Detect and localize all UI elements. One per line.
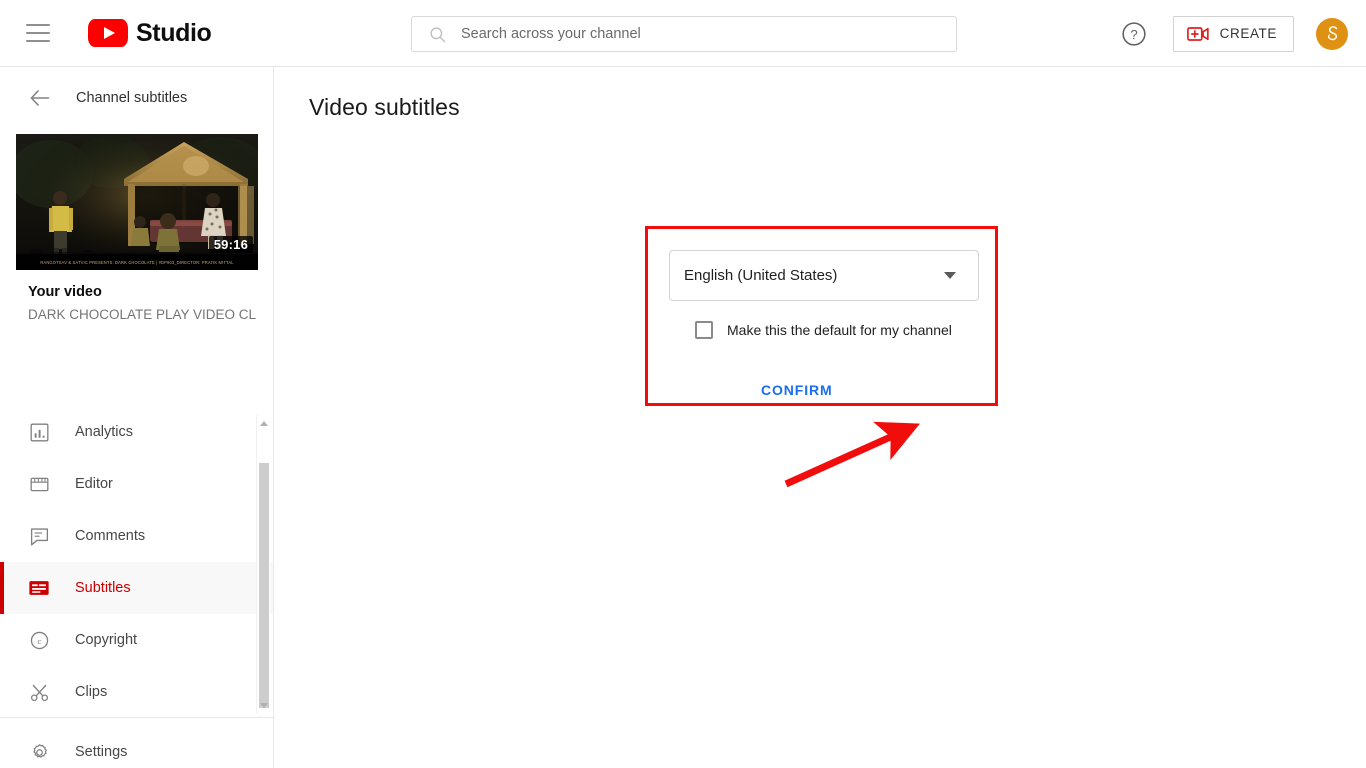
- sidebar-footer: Settings Send feedback: [0, 717, 273, 768]
- video-thumbnail[interactable]: 59:16 RANGOTSAV & SATVIC PRESENTS: DARK …: [16, 134, 258, 270]
- default-language-checkbox[interactable]: [695, 321, 713, 339]
- comments-speech-bubble-icon: [27, 524, 51, 548]
- sidebar-item-label: Subtitles: [75, 580, 131, 596]
- sidebar-item-label: Settings: [75, 744, 128, 760]
- video-meta-subtitle: DARK CHOCOLATE PLAY VIDEO CLI…: [28, 307, 257, 322]
- search-icon: [430, 26, 446, 42]
- page-title: Video subtitles: [309, 94, 460, 120]
- hamburger-line: [26, 40, 50, 42]
- sidebar-item-label: Analytics: [75, 424, 134, 440]
- sidebar-item-label: Editor: [75, 476, 113, 492]
- subtitles-caption-icon: [27, 576, 51, 600]
- youtube-studio-app: Studio ? CREATE: [0, 0, 1366, 768]
- scroll-up-arrow-icon[interactable]: [260, 421, 268, 426]
- main-content: Video subtitles English (United States) …: [274, 67, 1366, 768]
- confirm-button[interactable]: CONFIRM: [753, 376, 841, 404]
- analytics-bar-chart-icon: [27, 420, 51, 444]
- subtitle-language-dialog: English (United States) Make this the de…: [645, 226, 998, 406]
- sidebar-item-subtitles[interactable]: Subtitles: [0, 562, 273, 614]
- studio-brand-logo[interactable]: Studio: [88, 18, 212, 48]
- video-meta: Your video DARK CHOCOLATE PLAY VIDEO CLI…: [0, 270, 273, 322]
- default-language-checkbox-label: Make this the default for my channel: [727, 322, 952, 338]
- sidebar-item-copyright[interactable]: c Copyright: [0, 614, 273, 666]
- search-input[interactable]: [461, 26, 956, 42]
- create-button[interactable]: CREATE: [1172, 15, 1294, 52]
- account-avatar[interactable]: [1316, 17, 1348, 50]
- clips-scissors-icon: [27, 680, 51, 704]
- brand-name-label: Studio: [136, 18, 212, 47]
- sidebar-item-analytics[interactable]: Analytics: [0, 406, 273, 458]
- copyright-circle-icon: c: [27, 628, 51, 652]
- back-arrow-icon: [30, 90, 50, 106]
- search-bar[interactable]: [411, 16, 957, 52]
- help-question-icon[interactable]: ?: [1121, 21, 1147, 47]
- chevron-down-icon: [944, 272, 956, 279]
- top-header-bar: Studio ? CREATE: [0, 0, 1366, 67]
- sidebar-scrollbar-thumb[interactable]: [259, 463, 269, 708]
- sidebar-scrollbar-track[interactable]: [256, 415, 270, 713]
- left-sidebar: Channel subtitles 59:16 RANGOTSAV & SATV…: [0, 67, 274, 768]
- sidebar-item-label: Clips: [75, 684, 108, 700]
- thumbnail-caption-overlay: RANGOTSAV & SATVIC PRESENTS: DARK CHOCOL…: [16, 254, 258, 270]
- sidebar-item-label: Copyright: [75, 632, 138, 648]
- scroll-down-arrow-icon[interactable]: [260, 703, 268, 708]
- language-select-value: English (United States): [684, 267, 838, 284]
- back-to-channel-subtitles[interactable]: Channel subtitles: [0, 67, 273, 129]
- svg-text:?: ?: [1130, 26, 1137, 41]
- sidebar-item-settings[interactable]: Settings: [0, 726, 273, 768]
- default-language-checkbox-row[interactable]: Make this the default for my channel: [695, 321, 952, 339]
- header-right-actions: ? CREATE: [1121, 0, 1348, 67]
- editor-clapperboard-icon: [27, 472, 51, 496]
- video-duration-badge: 59:16: [208, 236, 253, 253]
- video-meta-title: Your video: [28, 284, 102, 300]
- sidebar-item-clips[interactable]: Clips: [0, 666, 273, 713]
- hamburger-menu-icon[interactable]: [26, 24, 50, 42]
- sidebar-item-label: Comments: [75, 528, 146, 544]
- youtube-logo-icon: [88, 19, 128, 47]
- svg-text:c: c: [37, 636, 41, 646]
- hamburger-line: [26, 32, 50, 34]
- red-pointer-arrow: [784, 421, 920, 488]
- sidebar-item-editor[interactable]: Editor: [0, 458, 273, 510]
- hamburger-line: [26, 24, 50, 26]
- create-button-label: CREATE: [1219, 26, 1277, 41]
- gear-icon: [27, 740, 51, 764]
- language-select[interactable]: English (United States): [669, 250, 979, 301]
- sidebar-item-comments[interactable]: Comments: [0, 510, 273, 562]
- back-label: Channel subtitles: [76, 90, 188, 106]
- sidebar-nav-list: Analytics Editor Comments Subtitles c Co…: [0, 406, 273, 713]
- avatar-monogram: [1327, 25, 1338, 40]
- video-plus-icon: [1186, 26, 1209, 41]
